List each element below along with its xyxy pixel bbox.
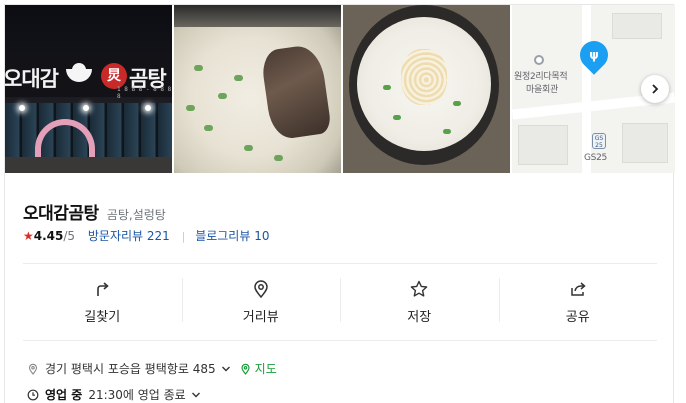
address-text: 경기 평택시 포승읍 평택항로 485 — [45, 362, 216, 376]
map-label: 마을회관 — [526, 85, 558, 95]
scallion — [393, 115, 401, 120]
noodles — [401, 49, 447, 105]
chevron-down-icon[interactable] — [221, 364, 231, 374]
star-outline-icon — [410, 280, 428, 297]
scallion — [244, 145, 253, 151]
scallion — [453, 101, 461, 106]
address-row: 경기 평택시 포승읍 평택항로 485 지도 — [27, 360, 277, 377]
light — [83, 105, 89, 111]
map-block — [518, 125, 568, 165]
visitor-reviews-link[interactable]: 방문자리뷰 221 — [88, 229, 170, 243]
clock-icon — [27, 389, 39, 400]
open-status: 영업 중 — [45, 388, 83, 402]
blog-reviews-link[interactable]: 블로그리뷰 10 — [195, 229, 269, 243]
place-name[interactable]: 오대감곰탕 — [23, 204, 99, 224]
separator: | — [181, 230, 186, 243]
street-view-label: 거리뷰 — [242, 310, 279, 325]
hours-row: 영업 중 21:30에 영업 종료 — [27, 386, 201, 403]
star-icon: ★ — [23, 229, 34, 243]
map-block — [612, 13, 662, 39]
photo-storefront[interactable]: 오대감 炅 곰탕 1 8 8 8 - 8 8 8 8 — [5, 5, 172, 173]
light — [19, 105, 25, 111]
scallion — [274, 155, 283, 161]
share-icon — [571, 282, 586, 296]
beef-slice — [260, 43, 332, 141]
closing-time: 21:30에 영업 종료 — [88, 388, 186, 402]
save-button[interactable]: 저장 — [340, 264, 499, 340]
address-pin-icon — [28, 363, 38, 375]
sign-text: 오대감 — [5, 67, 59, 91]
map-link-label: 지도 — [254, 362, 277, 376]
scallion — [186, 105, 195, 111]
chevron-down-icon[interactable] — [191, 390, 201, 400]
map-label: GS25 — [584, 153, 607, 163]
chevron-right-icon — [652, 84, 659, 94]
rating-value: 4.45 — [33, 229, 64, 243]
next-photo-button[interactable] — [641, 75, 669, 103]
scallion — [218, 93, 227, 99]
scallion — [234, 75, 243, 81]
photo-soup-closeup[interactable] — [174, 5, 341, 173]
photo-noodle-soup[interactable] — [343, 5, 510, 173]
rating-max: /5 — [63, 229, 76, 243]
scallion — [383, 85, 391, 90]
community-center-poi-icon — [534, 55, 544, 65]
scallion — [443, 129, 451, 134]
directions-icon — [97, 282, 109, 296]
street-view-button[interactable]: 거리뷰 — [181, 264, 341, 340]
directions-button[interactable]: 길찾기 — [23, 264, 182, 340]
action-bar: 길찾기 거리뷰 저장 공유 — [23, 263, 657, 341]
save-label: 저장 — [407, 310, 432, 325]
bowl-rim — [174, 5, 341, 27]
place-card: 오대감 炅 곰탕 1 8 8 8 - 8 8 8 8 원정2리다목적 마을회관 … — [4, 4, 675, 403]
map-link[interactable]: 지도 — [240, 360, 277, 377]
photo-gallery: 오대감 炅 곰탕 1 8 8 8 - 8 8 8 8 원정2리다목적 마을회관 … — [5, 5, 675, 173]
fork-knife-icon: ψ — [589, 48, 599, 62]
sign-tagline: 1 8 8 8 - 8 8 8 8 — [117, 86, 172, 100]
map-label: 원정2리다목적 — [514, 72, 568, 82]
place-category: 곰탕,설렁탕 — [106, 208, 166, 222]
floor — [5, 157, 172, 173]
map-road — [582, 5, 591, 173]
map-pin-green-icon — [241, 363, 250, 375]
scallion — [194, 65, 203, 71]
rating-row: ★4.45/5 방문자리뷰 221 | 블로그리뷰 10 — [23, 227, 269, 244]
scallion — [204, 125, 213, 131]
gs25-badge: GS 25 — [592, 133, 606, 149]
light — [145, 105, 151, 111]
share-label: 공유 — [565, 310, 590, 325]
directions-label: 길찾기 — [84, 310, 121, 325]
map-block — [622, 123, 668, 163]
share-button[interactable]: 공유 — [498, 264, 658, 340]
place-header: 오대감곰탕 곰탕,설렁탕 — [23, 199, 166, 224]
location-pin-icon — [253, 280, 268, 299]
